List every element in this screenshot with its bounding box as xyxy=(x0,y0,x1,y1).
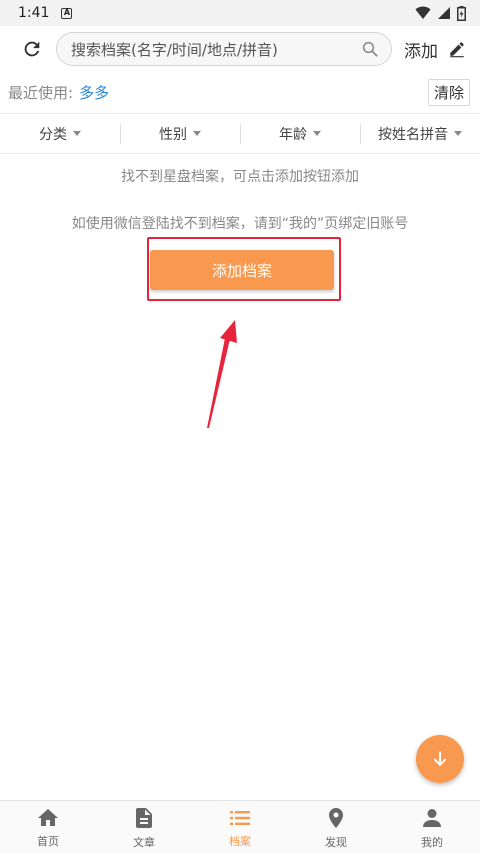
search-icon[interactable] xyxy=(361,40,379,58)
refresh-icon xyxy=(24,41,40,57)
add-archive-button[interactable]: 添加档案 xyxy=(150,250,334,290)
filter-label: 年龄 xyxy=(279,126,307,143)
nav-label: 首页 xyxy=(37,834,59,848)
notification-icon: A xyxy=(61,7,73,19)
nav-label: 文章 xyxy=(133,835,155,849)
annotation-arrow-icon xyxy=(207,320,237,428)
status-bar: 1:41 A xyxy=(0,0,480,26)
nav-item-me[interactable]: 我的 xyxy=(384,801,480,853)
dropdown-caret-icon xyxy=(454,131,462,136)
wifi-icon xyxy=(415,6,431,19)
search-input[interactable]: 搜索档案(名字/时间/地点/拼音) xyxy=(56,32,392,66)
home-icon xyxy=(38,808,58,826)
filter-label: 分类 xyxy=(39,126,67,143)
nav-label: 发现 xyxy=(325,835,347,849)
filter-sort-pinyin[interactable]: 按姓名拼音 xyxy=(360,114,480,154)
filter-label: 性别 xyxy=(159,126,187,143)
recent-used-label: 最近使用: xyxy=(8,84,74,102)
nav-label: 我的 xyxy=(421,835,443,849)
bottom-nav: 首页 文章 档案 发现 我的 xyxy=(0,800,480,853)
dropdown-caret-icon xyxy=(73,131,81,136)
search-placeholder: 搜索档案(名字/时间/地点/拼音) xyxy=(71,40,278,59)
location-pin-icon xyxy=(329,807,343,828)
nav-label: 档案 xyxy=(229,834,251,848)
battery-icon xyxy=(457,5,466,21)
arrow-down-icon xyxy=(434,751,446,766)
clear-button[interactable]: 清除 xyxy=(427,79,470,106)
dropdown-caret-icon xyxy=(193,131,201,136)
add-button[interactable]: 添加 xyxy=(404,37,466,62)
filter-category[interactable]: 分类 xyxy=(0,114,120,154)
filter-label: 按姓名拼音 xyxy=(378,126,448,143)
dropdown-caret-icon xyxy=(313,131,321,136)
list-icon xyxy=(230,810,250,825)
add-label: 添加 xyxy=(404,41,438,62)
refresh-button[interactable] xyxy=(18,35,46,63)
filter-gender[interactable]: 性别 xyxy=(120,114,240,154)
filter-age[interactable]: 年龄 xyxy=(240,114,360,154)
empty-state-message: 找不到星盘档案，可点击添加按钮添加 xyxy=(121,169,359,185)
person-icon xyxy=(423,808,441,827)
nav-item-articles[interactable]: 文章 xyxy=(96,801,192,853)
edit-icon xyxy=(450,42,464,58)
scroll-down-button[interactable] xyxy=(416,735,464,783)
nav-item-home[interactable]: 首页 xyxy=(0,801,96,853)
status-time: 1:41 xyxy=(18,5,50,21)
recent-used-row: 最近使用: 多多 清除 xyxy=(0,72,480,114)
nav-item-archives[interactable]: 档案 xyxy=(192,801,288,853)
filter-bar: 分类 性别 年龄 按姓名拼音 xyxy=(0,114,480,154)
recent-item-link[interactable]: 多多 xyxy=(79,82,109,103)
nav-item-discover[interactable]: 发现 xyxy=(288,801,384,853)
signal-icon xyxy=(438,7,450,19)
top-toolbar: 搜索档案(名字/时间/地点/拼音) 添加 xyxy=(0,26,480,72)
document-icon xyxy=(136,807,152,828)
wechat-hint-message: 如使用微信登陆找不到档案，请到“我的”页绑定旧账号 xyxy=(71,216,409,232)
